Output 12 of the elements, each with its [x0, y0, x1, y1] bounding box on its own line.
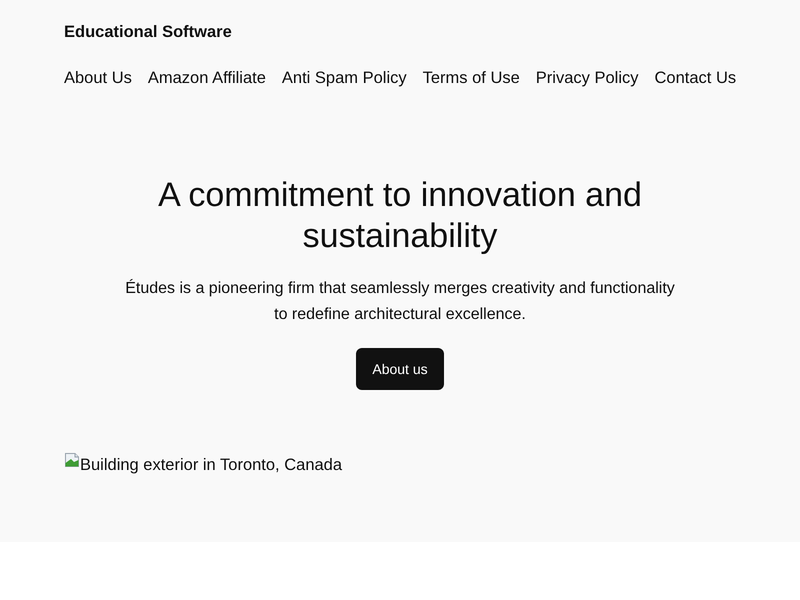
site-title[interactable]: Educational Software	[64, 20, 232, 44]
nav-link[interactable]: Contact Us	[654, 64, 736, 92]
image-alt-text: Building exterior in Toronto, Canada	[80, 455, 342, 476]
nav-link[interactable]: About Us	[64, 64, 132, 92]
about-button[interactable]: About us	[356, 348, 444, 390]
nav-link[interactable]: Privacy Policy	[536, 64, 638, 92]
nav-link[interactable]: Terms of Use	[422, 64, 520, 92]
hero-heading: A commitment to innovation and sustainability	[157, 175, 643, 257]
nav-link[interactable]: Anti Spam Policy	[282, 64, 407, 92]
broken-image-icon	[64, 452, 80, 468]
nav-link[interactable]: Amazon Affiliate	[148, 64, 266, 92]
hero-description: Études is a pioneering firm that seamlessly merges creativity and functionality to redefine architectural excellence.	[124, 278, 676, 325]
